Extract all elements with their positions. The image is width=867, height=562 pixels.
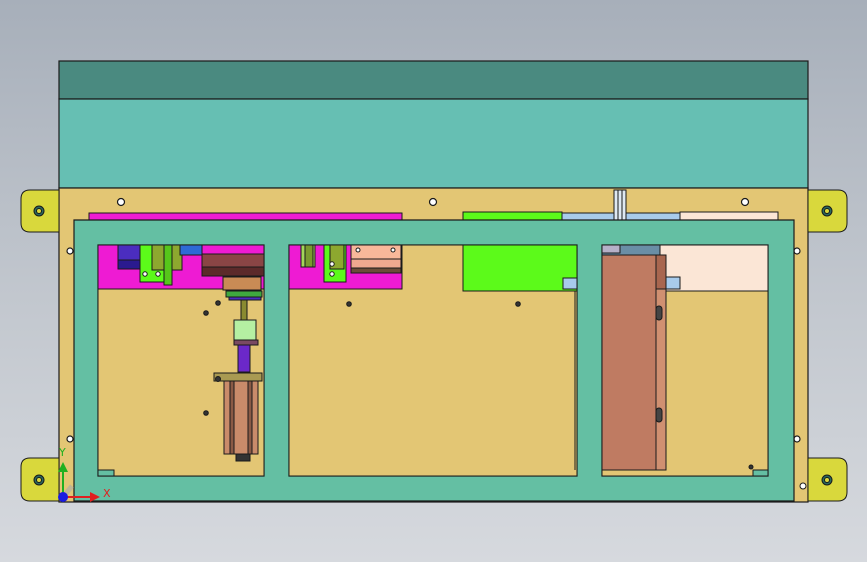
window-2 [288,244,578,477]
y-axis-label: Y [58,446,66,459]
window-1 [97,244,265,477]
gold-collar [222,276,262,291]
center-post [613,189,627,223]
frame-bolt [799,482,807,490]
x-axis-label: X [103,487,111,500]
brown-column [601,254,657,471]
top-cover [58,60,809,189]
spring-sleeve [233,319,257,341]
cad-assembly-drawing: Y X [20,60,848,503]
cylinder-body [223,380,259,455]
rod-purple [237,344,251,373]
shaft [240,299,248,321]
window-3 [601,244,769,477]
green-block-2 [462,244,578,292]
cad-viewport[interactable]: Y X [0,0,867,562]
